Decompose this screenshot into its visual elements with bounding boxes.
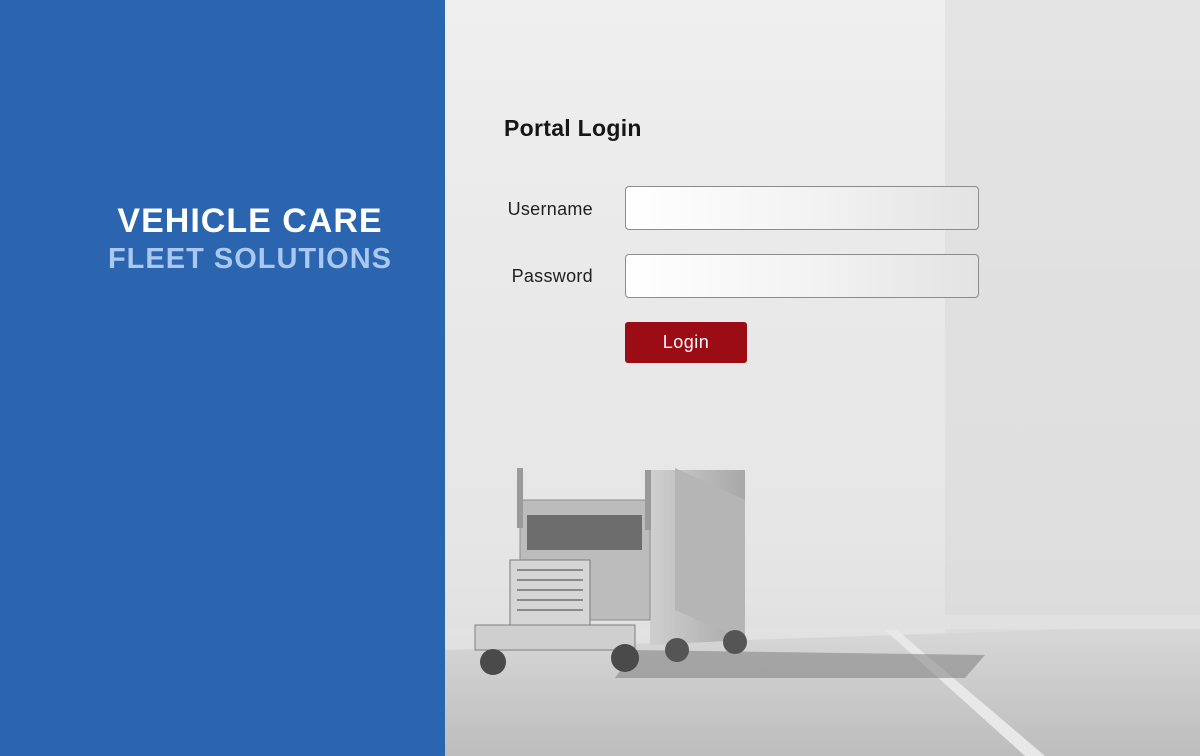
password-input[interactable]	[625, 254, 979, 298]
login-panel: Portal Login Username Password Login	[445, 0, 1200, 756]
brand-panel: VEHICLE CARE FLEET SOLUTIONS	[0, 0, 445, 756]
brand-subtitle: FLEET SOLUTIONS	[107, 243, 393, 275]
portal-login-heading: Portal Login	[504, 115, 642, 141]
brand-title: VEHICLE CARE	[117, 202, 383, 240]
password-label: Password	[511, 266, 593, 286]
truck-background-image	[445, 0, 1200, 756]
username-input[interactable]	[625, 186, 979, 230]
login-button[interactable]: Login	[625, 322, 747, 363]
username-label: Username	[507, 199, 593, 219]
